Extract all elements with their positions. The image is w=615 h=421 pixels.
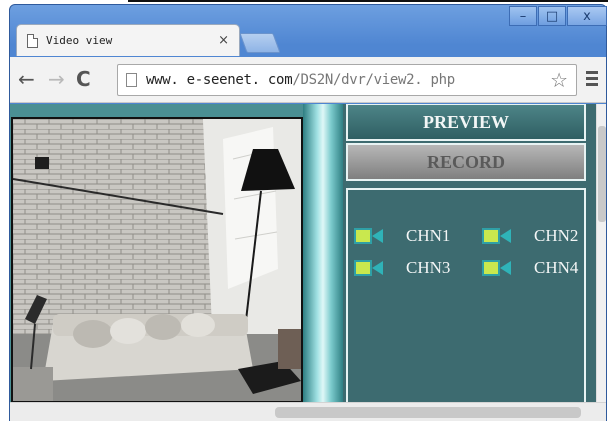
window-top-border <box>128 0 608 2</box>
living-room-camera-image <box>13 119 301 401</box>
channel-chn2[interactable]: CHN2 <box>482 226 578 246</box>
channel-chn4[interactable]: CHN4 <box>482 258 578 278</box>
preview-button[interactable]: PREVIEW <box>346 104 586 141</box>
channel-label: CHN4 <box>534 258 579 277</box>
camera-icon <box>354 258 384 278</box>
channel-list: CHN1 CHN2 CHN3 CHN4 <box>346 188 586 402</box>
close-window-button[interactable]: x <box>567 6 607 26</box>
minimize-button[interactable]: – <box>509 6 537 26</box>
control-panel: PREVIEW RECORD CHN1 CHN2 CHN3 CHN4 <box>343 104 596 402</box>
channel-label: CHN3 <box>406 258 451 277</box>
page-content: PREVIEW RECORD CHN1 CHN2 CHN3 CHN4 <box>10 104 606 402</box>
back-icon[interactable]: ← <box>18 67 35 91</box>
horizontal-scroll-thumb[interactable] <box>275 407 581 418</box>
vertical-scrollbar[interactable] <box>596 104 606 402</box>
page-icon <box>27 33 38 48</box>
maximize-button[interactable]: □ <box>538 6 566 26</box>
url-host: www. e-seenet. com <box>146 72 293 88</box>
tab-close-icon[interactable]: × <box>218 33 229 48</box>
page-icon <box>126 73 137 87</box>
window-controls: – □ x <box>509 6 607 26</box>
forward-icon[interactable]: → <box>48 67 65 91</box>
video-preview[interactable] <box>11 117 303 402</box>
tab-title: Video view <box>46 34 113 47</box>
channel-chn1[interactable]: CHN1 <box>354 226 450 246</box>
camera-icon <box>482 258 512 278</box>
record-button[interactable]: RECORD <box>346 143 586 181</box>
url-path: /DS2N/dvr/view2. php <box>292 72 455 88</box>
address-bar[interactable]: www. e-seenet. com/DS2N/dvr/view2. php ☆ <box>117 64 577 96</box>
channel-label: CHN2 <box>534 226 579 245</box>
browser-toolbar: ← → C www. e-seenet. com/DS2N/dvr/view2.… <box>10 57 606 103</box>
bookmark-star-icon[interactable]: ☆ <box>550 68 568 92</box>
camera-icon <box>482 226 512 246</box>
vertical-scroll-thumb[interactable] <box>598 126 606 222</box>
reload-icon[interactable]: C <box>76 67 91 91</box>
channel-chn3[interactable]: CHN3 <box>354 258 450 278</box>
decorative-divider <box>303 104 343 402</box>
camera-icon <box>354 226 384 246</box>
new-tab-button[interactable] <box>239 33 281 53</box>
menu-icon[interactable] <box>586 71 598 89</box>
channel-label: CHN1 <box>406 226 451 245</box>
tab-video-view[interactable]: Video view × <box>16 24 240 56</box>
horizontal-scrollbar[interactable] <box>10 402 606 421</box>
